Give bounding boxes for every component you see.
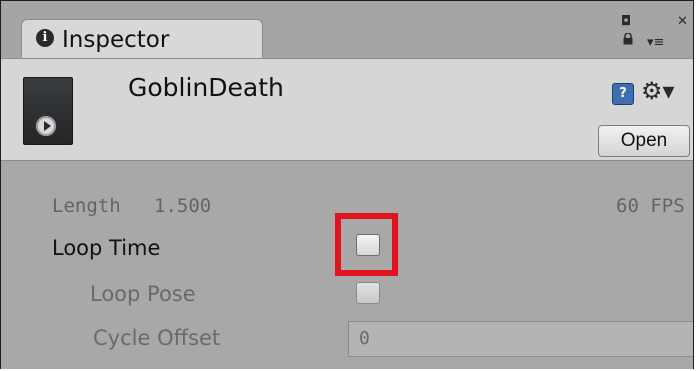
- inspector-window: i Inspector ◘ ✕ ▾≡ GoblinDeath ? ⚙▾ Open…: [0, 0, 694, 369]
- gear-icon[interactable]: ⚙▾: [641, 77, 675, 105]
- cycle-offset-label: Cycle Offset: [93, 326, 221, 350]
- asset-name: GoblinDeath: [128, 73, 284, 102]
- loop-time-label: Loop Time: [52, 236, 161, 260]
- help-icon[interactable]: ?: [612, 83, 634, 105]
- length-value: 1.500: [154, 195, 212, 217]
- clip-settings: Length 1.500 60 FPS Loop Time Loop Pose …: [1, 161, 693, 369]
- tab-bar: i Inspector ◘ ✕ ▾≡: [1, 11, 693, 59]
- animation-clip-icon: [23, 77, 73, 145]
- loop-pose-label: Loop Pose: [90, 282, 196, 306]
- info-icon: i: [36, 29, 54, 47]
- play-icon: [36, 116, 56, 136]
- loop-pose-checkbox[interactable]: [356, 282, 380, 304]
- close-icon[interactable]: ✕: [677, 15, 688, 28]
- asset-header: GoblinDeath ? ⚙▾ Open: [1, 58, 693, 161]
- lock-icon[interactable]: [623, 33, 633, 45]
- cycle-offset-field[interactable]: 0: [348, 321, 693, 357]
- length-label: Length: [52, 195, 121, 217]
- context-menu-icon[interactable]: ▾≡: [647, 35, 664, 50]
- fps-value: 60 FPS: [616, 195, 685, 217]
- open-button[interactable]: Open: [598, 125, 690, 157]
- highlight-box: [335, 213, 398, 276]
- tab-inspector[interactable]: i Inspector: [21, 19, 263, 59]
- restore-icon[interactable]: ◘: [621, 15, 631, 28]
- tab-title: Inspector: [62, 27, 170, 53]
